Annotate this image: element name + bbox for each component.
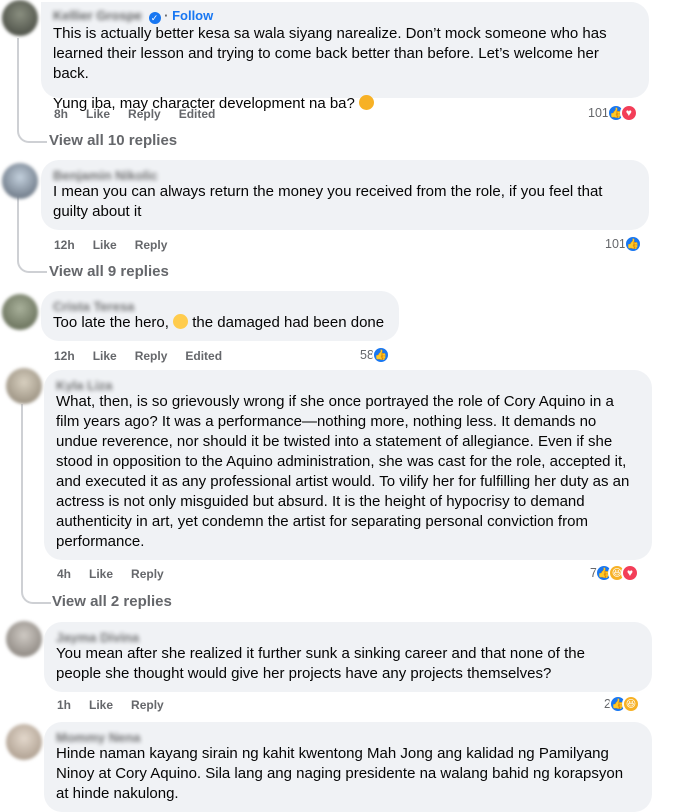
reply-button[interactable]: Reply	[131, 566, 164, 582]
comment-paragraph: I mean you can always return the money y…	[53, 183, 603, 220]
comment-paragraph: You mean after she realized it further s…	[56, 645, 585, 682]
timestamp[interactable]: 8h	[54, 106, 68, 122]
timestamp[interactable]: 12h	[54, 237, 75, 253]
avatar[interactable]	[2, 0, 38, 36]
timestamp[interactable]: 1h	[57, 697, 71, 713]
comment-text: You mean after she realized it further s…	[56, 644, 640, 684]
comment-text: Too late the hero, the damaged had been …	[53, 313, 387, 333]
reaction-summary[interactable]: 101 👍	[605, 235, 642, 253]
comment-actions: 12h Like Reply Edited	[54, 348, 240, 364]
comment-author[interactable]: Crista Teresa	[53, 299, 387, 313]
like-icon: 👍	[623, 235, 642, 253]
view-replies-link[interactable]: View all 2 replies	[52, 593, 172, 610]
reply-button[interactable]: Reply	[128, 106, 161, 122]
haha-icon: 😆	[621, 695, 640, 713]
comment-author[interactable]: Kellier Grospe	[53, 8, 142, 23]
reply-button[interactable]: Reply	[131, 697, 164, 713]
edited-label: Edited	[178, 107, 216, 121]
follow-button[interactable]: Follow	[172, 8, 213, 23]
love-icon: ♥	[619, 104, 638, 122]
comment-author[interactable]: Mommy Nena	[56, 730, 640, 744]
comment-paragraph: This is actually better kesa sa wala siy…	[53, 25, 607, 82]
reaction-summary[interactable]: 7 👍 😆 ♥	[590, 564, 639, 582]
reaction-summary[interactable]: 101 👍 ♥	[588, 104, 638, 122]
like-icon: 👍	[371, 346, 390, 364]
comment-author[interactable]: Jayma Divina	[56, 630, 640, 644]
avatar[interactable]	[2, 163, 38, 199]
comment-actions: 12h Like Reply	[54, 237, 185, 253]
comment-text: This is actually better kesa sa wala siy…	[53, 24, 637, 114]
reaction-count: 101	[605, 237, 626, 251]
comment-bubble: Crista Teresa Too late the hero, the dam…	[41, 291, 399, 341]
blush-emoji-icon	[173, 314, 189, 329]
avatar[interactable]	[6, 621, 42, 657]
comment-author-row: Kellier Grospe ✓ · Follow	[53, 8, 214, 24]
reaction-summary[interactable]: 2 👍 😆	[604, 695, 640, 713]
comment-paragraph: What, then, is so grievously wrong if sh…	[56, 393, 630, 550]
comment-actions: 8h Like Reply Edited	[54, 106, 233, 122]
reply-button[interactable]: Reply	[135, 348, 168, 364]
like-button[interactable]: Like	[93, 348, 117, 364]
avatar[interactable]	[6, 724, 42, 760]
like-button[interactable]: Like	[93, 237, 117, 253]
comment-actions: 4h Like Reply	[57, 566, 182, 582]
comment-author[interactable]: Kyla Liza	[56, 378, 640, 392]
comment-bubble: Jayma Divina You mean after she realized…	[44, 622, 652, 692]
comment-text: Hinde naman kayang sirain ng kahit kwent…	[56, 744, 640, 804]
timestamp[interactable]: 12h	[54, 348, 75, 364]
thread-line	[17, 38, 19, 128]
comment-text: What, then, is so grievously wrong if sh…	[56, 392, 640, 552]
comment-bubble: Benjamin Nikolic I mean you can always r…	[41, 160, 649, 230]
comment-paragraph: Hinde naman kayang sirain ng kahit kwent…	[56, 745, 624, 802]
comment-bubble: Kellier Grospe ✓ · Follow This is actual…	[41, 2, 649, 112]
thread-line	[17, 196, 19, 258]
edited-label: Edited	[185, 349, 223, 363]
comment-bubble: Kyla Liza What, then, is so grievously w…	[44, 370, 652, 560]
comment-actions: 1h Like Reply	[57, 697, 182, 713]
verified-badge-icon: ✓	[148, 12, 161, 24]
thread-connector	[17, 257, 47, 273]
like-button[interactable]: Like	[89, 566, 113, 582]
view-replies-link[interactable]: View all 9 replies	[49, 263, 169, 280]
comment-paragraph: the damaged had been done	[192, 314, 385, 331]
comment-bubble: Mommy Nena Hinde naman kayang sirain ng …	[44, 722, 652, 812]
comment-text: I mean you can always return the money y…	[53, 182, 637, 222]
grimace-emoji-icon	[359, 95, 375, 110]
like-button[interactable]: Like	[89, 697, 113, 713]
thread-line	[21, 404, 23, 590]
thread-connector	[17, 127, 47, 143]
avatar[interactable]	[6, 368, 42, 404]
reaction-summary[interactable]: 58 👍	[360, 346, 390, 364]
reaction-count: 101	[588, 106, 609, 120]
reply-button[interactable]: Reply	[135, 237, 168, 253]
thread-connector	[21, 588, 51, 604]
comment-paragraph: Too late the hero,	[53, 314, 169, 331]
love-icon: ♥	[620, 564, 639, 582]
timestamp[interactable]: 4h	[57, 566, 71, 582]
comment-author[interactable]: Benjamin Nikolic	[53, 168, 637, 182]
like-button[interactable]: Like	[86, 106, 110, 122]
avatar[interactable]	[2, 294, 38, 330]
view-replies-link[interactable]: View all 10 replies	[49, 132, 177, 149]
